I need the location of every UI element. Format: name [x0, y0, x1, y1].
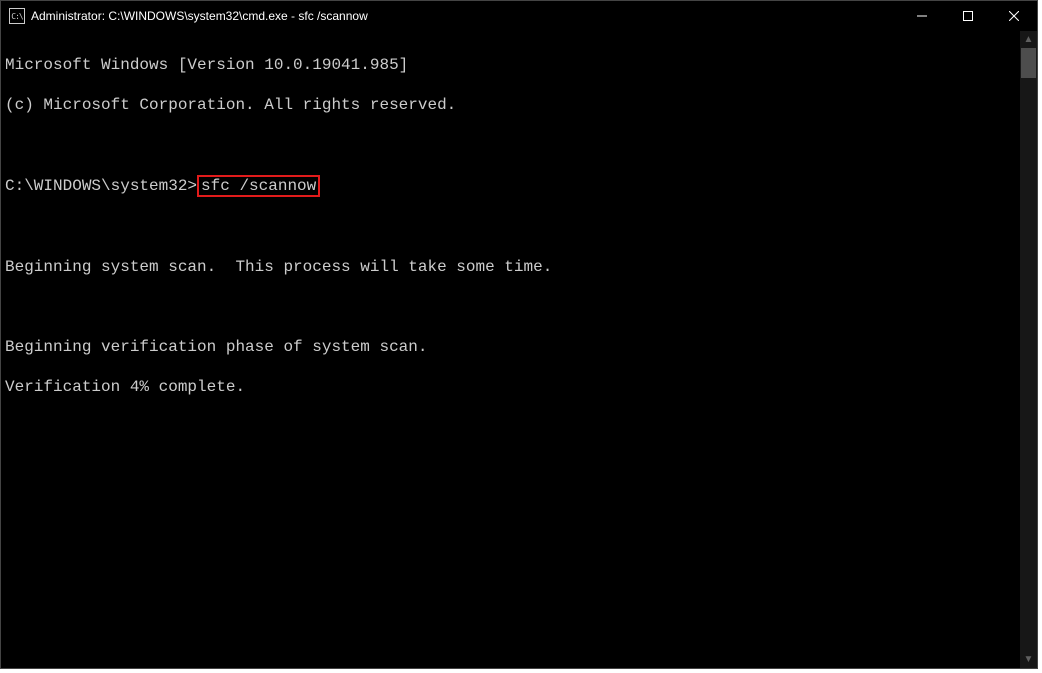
highlighted-command: sfc /scannow	[197, 175, 320, 197]
prompt-prefix: C:\WINDOWS\system32>	[5, 177, 197, 195]
close-icon	[1009, 11, 1019, 21]
minimize-icon	[917, 11, 927, 21]
titlebar[interactable]: C:\ Administrator: C:\WINDOWS\system32\c…	[1, 1, 1037, 31]
scroll-thumb[interactable]	[1021, 48, 1036, 78]
scroll-down-arrow-icon[interactable]: ▼	[1020, 651, 1037, 668]
output-blank	[5, 297, 1020, 317]
maximize-icon	[963, 11, 973, 21]
output-line: Microsoft Windows [Version 10.0.19041.98…	[5, 55, 1020, 75]
output-blank	[5, 135, 1020, 155]
window-controls	[899, 1, 1037, 31]
content-area: Microsoft Windows [Version 10.0.19041.98…	[1, 31, 1037, 668]
minimize-button[interactable]	[899, 1, 945, 31]
output-line: Beginning system scan. This process will…	[5, 257, 1020, 277]
output-line: Beginning verification phase of system s…	[5, 337, 1020, 357]
maximize-button[interactable]	[945, 1, 991, 31]
output-line: Verification 4% complete.	[5, 377, 1020, 397]
vertical-scrollbar[interactable]: ▲ ▼	[1020, 31, 1037, 668]
cmd-window: C:\ Administrator: C:\WINDOWS\system32\c…	[0, 0, 1038, 669]
window-title: Administrator: C:\WINDOWS\system32\cmd.e…	[31, 9, 899, 23]
scroll-up-arrow-icon[interactable]: ▲	[1020, 31, 1037, 48]
close-button[interactable]	[991, 1, 1037, 31]
cmd-icon: C:\	[9, 8, 25, 24]
output-blank	[5, 217, 1020, 237]
terminal-output[interactable]: Microsoft Windows [Version 10.0.19041.98…	[1, 31, 1020, 668]
output-line: (c) Microsoft Corporation. All rights re…	[5, 95, 1020, 115]
prompt-line: C:\WINDOWS\system32>sfc /scannow	[5, 175, 1020, 197]
